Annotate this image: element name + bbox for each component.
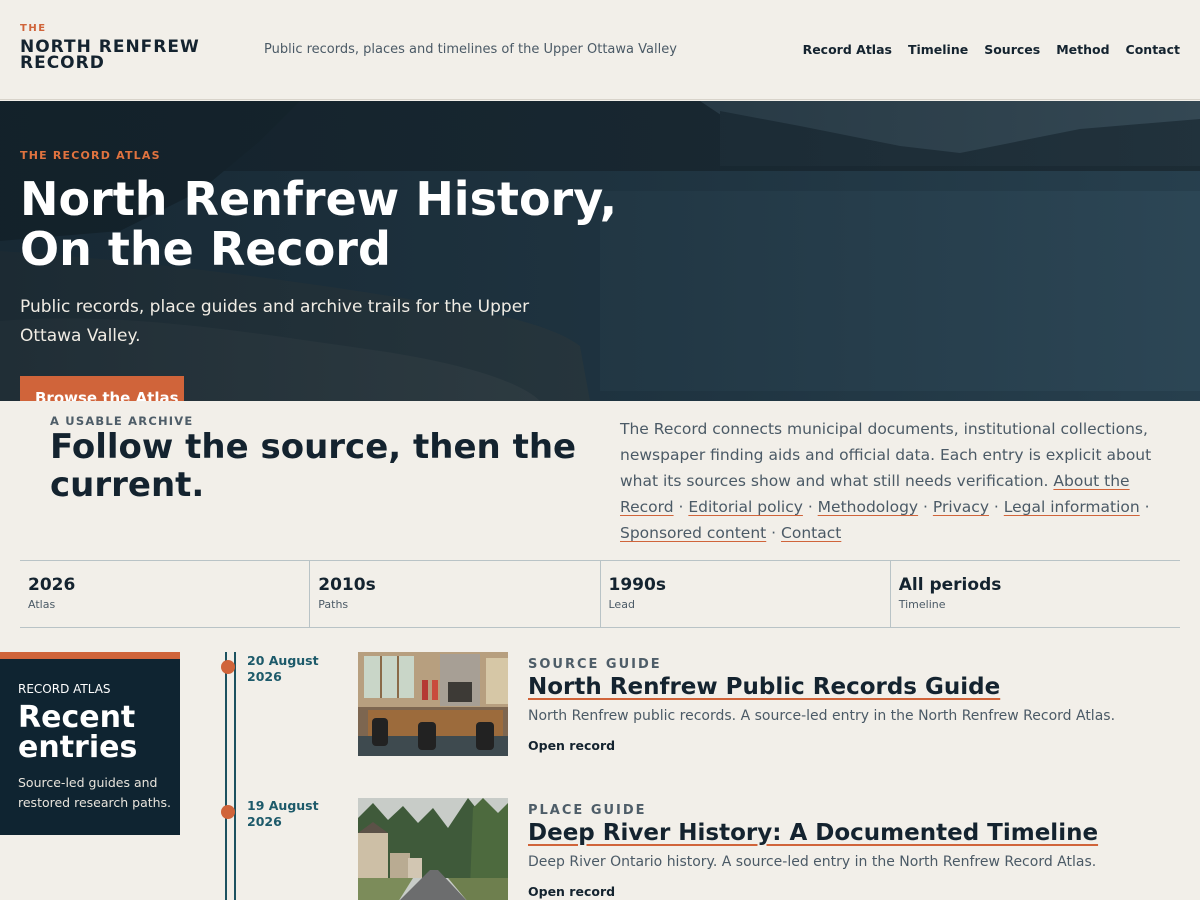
stat-paths[interactable]: 2010s Paths: [310, 561, 601, 627]
brand-name: NORTH RENFREW RECORD: [20, 37, 200, 73]
nav-link-timeline[interactable]: Timeline: [908, 42, 968, 57]
hero-kicker: THE RECORD ATLAS: [20, 149, 161, 162]
stat-label: Atlas: [28, 598, 56, 611]
entry-kicker: SOURCE GUIDE: [528, 657, 662, 672]
entry-date: 19 August 2026: [247, 798, 319, 829]
entry-thumbnail[interactable]: [358, 652, 508, 756]
link-legal-information[interactable]: Legal information: [1004, 498, 1140, 516]
link-methodology[interactable]: Methodology: [818, 498, 918, 516]
entry-card: 19 August 2026 PLACE GUIDE Deep River Hi…: [0, 798, 1200, 900]
stat-value: 2026: [28, 575, 76, 595]
open-record-link[interactable]: Open record: [528, 738, 615, 753]
intro-kicker: A USABLE ARCHIVE: [50, 414, 194, 428]
hero-subtitle: Public records, place guides and archive…: [20, 297, 530, 346]
link-separator: ·: [802, 498, 818, 516]
stat-label: Paths: [318, 598, 349, 611]
site-tagline: Public records, places and timelines of …: [264, 42, 677, 57]
brand-kicker: THE: [20, 23, 47, 34]
stat-label: Lead: [608, 598, 635, 611]
hero-section: THE RECORD ATLAS North Renfrew History, …: [0, 101, 1200, 401]
entry-thumbnail[interactable]: [358, 798, 508, 900]
site-header: THE NORTH RENFREW RECORD Public records,…: [0, 0, 1200, 100]
stat-atlas[interactable]: 2026 Atlas: [20, 561, 311, 627]
nav-link-sources[interactable]: Sources: [984, 42, 1040, 57]
street-photo-icon: [358, 798, 508, 900]
link-separator: ·: [918, 498, 933, 516]
nav-link-contact[interactable]: Contact: [1126, 42, 1180, 57]
stat-value: 1990s: [608, 575, 666, 595]
stat-value: All periods: [898, 575, 1002, 595]
entry-title-link[interactable]: Deep River History: A Documented Timelin…: [528, 820, 1098, 846]
stats-bar: 2026 Atlas 2010s Paths 1990s Lead All pe…: [20, 560, 1180, 628]
link-contact[interactable]: Contact: [781, 524, 841, 542]
open-record-link[interactable]: Open record: [528, 884, 615, 899]
link-separator: ·: [673, 498, 689, 516]
entry-title-link[interactable]: North Renfrew Public Records Guide: [528, 674, 1000, 700]
link-editorial-policy[interactable]: Editorial policy: [688, 498, 803, 516]
link-separator: ·: [989, 498, 1004, 516]
link-privacy[interactable]: Privacy: [933, 498, 989, 516]
nav-link-record-atlas[interactable]: Record Atlas: [803, 42, 892, 57]
entry-description: Deep River Ontario history. A source-led…: [528, 854, 1097, 870]
link-separator: ·: [1139, 498, 1150, 516]
entry-kicker: PLACE GUIDE: [528, 803, 647, 818]
link-separator: ·: [766, 524, 782, 542]
council-chamber-photo-icon: [358, 652, 508, 756]
nav-link-method[interactable]: Method: [1056, 42, 1109, 57]
stat-value: 2010s: [318, 575, 376, 595]
stat-lead[interactable]: 1990s Lead: [601, 561, 891, 627]
stat-label: Timeline: [898, 598, 946, 611]
entry-description: North Renfrew public records. A source-l…: [528, 708, 1116, 724]
stat-timeline[interactable]: All periods Timeline: [891, 561, 1180, 627]
browse-atlas-button[interactable]: Browse the Atlas: [20, 376, 184, 401]
entry-card: 20 August 2026 SOURCE GUIDE North Renfre…: [0, 652, 1200, 782]
hero-title: North Renfrew History, On the Record: [20, 172, 618, 276]
intro-heading: Follow the source, then the current.: [50, 427, 577, 505]
main-nav: Record Atlas Timeline Sources Method Con…: [803, 42, 1180, 57]
entry-date: 20 August 2026: [247, 653, 319, 684]
brand-logo[interactable]: THE NORTH RENFREW RECORD: [20, 23, 210, 73]
intro-text-block: The Record connects municipal documents,…: [620, 416, 1160, 546]
link-sponsored-content[interactable]: Sponsored content: [620, 524, 766, 542]
